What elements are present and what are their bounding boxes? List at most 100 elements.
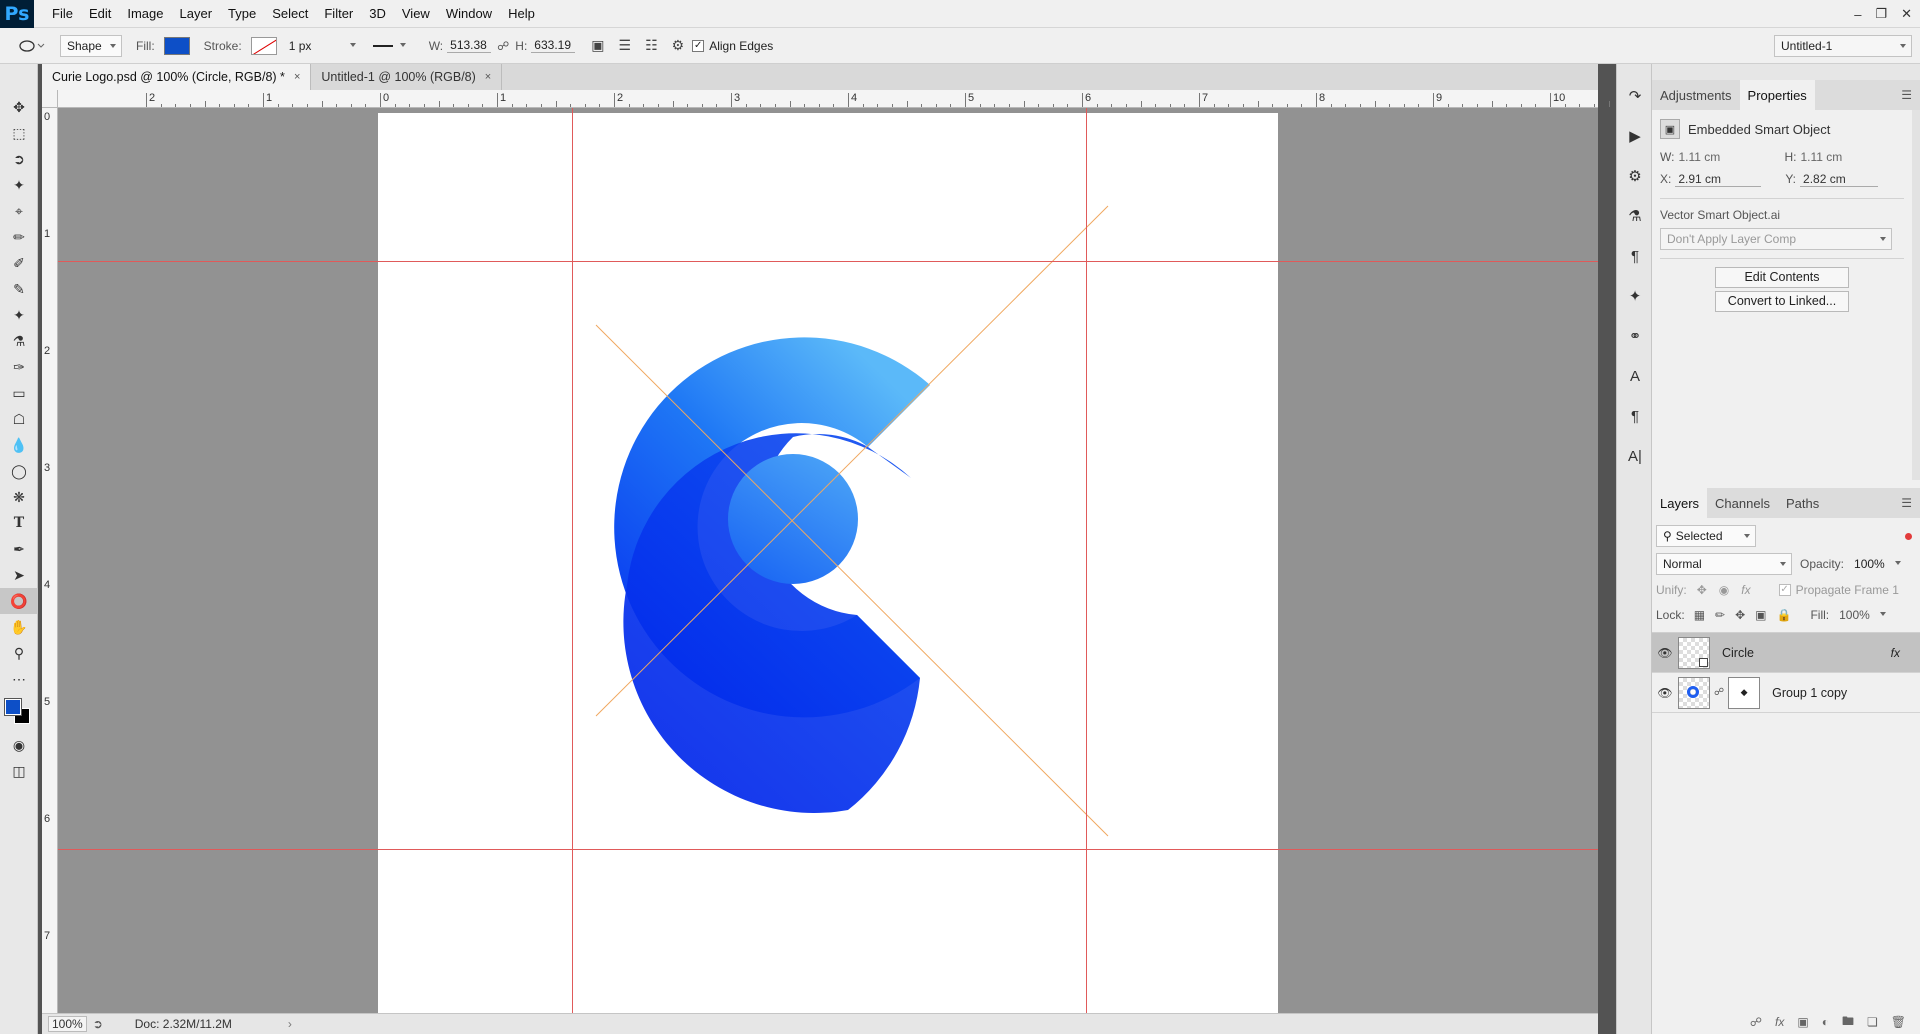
path-operations-icon[interactable]: ▣ — [591, 37, 604, 54]
hand-tool-icon[interactable]: ✋ — [0, 614, 38, 640]
brush-tool-icon[interactable]: ✐ — [0, 250, 38, 276]
layer-filter-dropdown[interactable]: ⚲ Selected — [1656, 525, 1756, 547]
type-tool-icon[interactable]: T — [0, 510, 38, 536]
unify-position-icon[interactable]: ✥ — [1697, 583, 1707, 597]
zoom-tool-icon[interactable]: ⚲ — [0, 640, 38, 666]
layer-name[interactable]: Circle — [1722, 646, 1754, 660]
fill-swatch[interactable] — [163, 36, 190, 55]
paragraph-icon[interactable]: ¶ — [1617, 236, 1653, 276]
x-value[interactable]: 2.91 cm — [1675, 172, 1762, 187]
clone-source-icon[interactable]: ⚗ — [1617, 196, 1653, 236]
link-layers-icon[interactable]: ☍ — [1750, 1015, 1762, 1029]
menu-layer[interactable]: Layer — [172, 0, 221, 28]
color-swatches[interactable] — [0, 692, 38, 732]
export-icon[interactable]: ➲ — [93, 1017, 103, 1031]
tab-adjustments[interactable]: Adjustments — [1652, 80, 1740, 110]
add-mask-icon[interactable]: ▣ — [1797, 1015, 1808, 1029]
tab-curie-logo[interactable]: Curie Logo.psd @ 100% (Circle, RGB/8) * … — [42, 64, 312, 90]
unify-visibility-icon[interactable]: ◉ — [1719, 583, 1729, 597]
layer-row-circle[interactable]: 👁 Circle fx — [1652, 633, 1920, 673]
blur-tool-icon[interactable]: 💧 — [0, 432, 38, 458]
character-icon[interactable]: A — [1617, 356, 1653, 396]
panel-menu-icon[interactable]: ☰ — [1901, 496, 1912, 510]
convert-to-linked-button[interactable]: Convert to Linked... — [1715, 291, 1849, 312]
quick-mask-icon[interactable]: ◉ — [0, 732, 38, 758]
canvas-pasteboard[interactable] — [58, 108, 1598, 1013]
mask-link-icon[interactable]: ☍ — [1714, 687, 1724, 698]
more-tools-icon[interactable]: ⋯ — [0, 666, 38, 692]
eyedropper-tool-icon[interactable]: ✏ — [0, 224, 38, 250]
layer-mask-thumbnail[interactable]: ◆ — [1728, 676, 1761, 709]
tool-presets-icon[interactable]: ⚙ — [1617, 156, 1653, 196]
status-menu-icon[interactable]: › — [288, 1017, 292, 1031]
new-group-icon[interactable]: 🖿 — [1842, 1012, 1854, 1033]
clone-stamp-tool-icon[interactable]: ⚗ — [0, 328, 38, 354]
guide-horizontal[interactable] — [58, 849, 1598, 850]
restore-icon[interactable]: ❐ — [1875, 6, 1887, 22]
filter-toggle-icon[interactable] — [1905, 532, 1912, 540]
height-field[interactable]: 633.19 — [531, 38, 576, 53]
libraries-icon[interactable]: ⚭ — [1617, 316, 1653, 356]
lasso-tool-icon[interactable]: ➲ — [0, 146, 38, 172]
delete-layer-icon[interactable]: 🗑 — [1891, 1015, 1906, 1029]
screen-mode-icon[interactable]: ◫ — [0, 758, 38, 784]
new-layer-icon[interactable]: ❏ — [1867, 1015, 1878, 1029]
ruler-top[interactable]: 2 1 0 1 2 3 4 5 6 7 8 9 10 — [58, 90, 1654, 108]
tool-preset-picker[interactable] — [18, 38, 46, 54]
menu-window[interactable]: Window — [438, 0, 500, 28]
height-value[interactable]: 1.11 cm — [1800, 150, 1842, 164]
path-selection-tool-icon[interactable]: ➤ — [0, 562, 38, 588]
workspace-dropdown[interactable]: Untitled-1 — [1774, 34, 1912, 57]
zoom-level[interactable]: 100% — [48, 1016, 87, 1032]
lock-artboard-icon[interactable]: ▣ — [1755, 608, 1766, 622]
dodge-tool-icon[interactable]: ◯ — [0, 458, 38, 484]
glyphs-icon[interactable]: A| — [1617, 436, 1653, 476]
minimize-icon[interactable]: – — [1854, 7, 1861, 22]
width-value[interactable]: 1.11 cm — [1678, 150, 1764, 164]
ellipse-tool-icon[interactable]: ⭕ — [0, 588, 38, 614]
guide-vertical[interactable] — [572, 108, 573, 1013]
marquee-tool-icon[interactable]: ⬚ — [0, 120, 38, 146]
ruler-left[interactable]: 0 1 2 3 4 5 6 7 — [42, 108, 58, 1013]
opacity-field[interactable]: 100% — [1848, 553, 1906, 575]
add-style-icon[interactable]: fx — [1775, 1015, 1784, 1029]
crop-tool-icon[interactable]: ⌖ — [0, 198, 38, 224]
layer-name[interactable]: Group 1 copy — [1772, 686, 1847, 700]
tab-untitled-1[interactable]: Untitled-1 @ 100% (RGB/8) × — [311, 64, 503, 90]
move-tool-icon[interactable]: ✥ — [0, 94, 38, 120]
y-value[interactable]: 2.82 cm — [1800, 172, 1879, 187]
menu-file[interactable]: File — [44, 0, 81, 28]
layer-comp-dropdown[interactable]: Don't Apply Layer Comp — [1660, 228, 1892, 250]
shape-mode-dropdown[interactable]: Shape — [60, 34, 122, 57]
guide-vertical[interactable] — [1086, 108, 1087, 1013]
history-icon[interactable]: ↷ — [1617, 76, 1653, 116]
tab-channels[interactable]: Channels — [1707, 488, 1778, 518]
menu-filter[interactable]: Filter — [316, 0, 361, 28]
quick-select-tool-icon[interactable]: ✦ — [0, 172, 38, 198]
align-edges-checkbox[interactable]: ✓ — [692, 39, 705, 52]
actions-icon[interactable]: ▶ — [1617, 116, 1653, 156]
eraser-tool-icon[interactable]: ▭ — [0, 380, 38, 406]
eye-icon[interactable]: 👁 — [1652, 686, 1678, 700]
menu-type[interactable]: Type — [220, 0, 264, 28]
layer-row-group-1-copy[interactable]: 👁 ☍ ◆ Group 1 copy — [1652, 673, 1920, 713]
panel-menu-icon[interactable]: ☰ — [1901, 88, 1912, 102]
fill-field[interactable]: 100% — [1833, 604, 1891, 626]
layer-effects-icon[interactable]: fx — [1891, 646, 1900, 660]
link-icon[interactable]: ☍ — [497, 39, 509, 53]
stroke-type-dropdown[interactable] — [367, 35, 411, 57]
close-tab-icon[interactable]: × — [485, 71, 491, 83]
blend-mode-dropdown[interactable]: Normal — [1656, 553, 1792, 575]
document-canvas[interactable] — [378, 113, 1278, 1013]
tab-layers[interactable]: Layers — [1652, 488, 1708, 518]
close-tab-icon[interactable]: × — [294, 71, 300, 83]
menu-help[interactable]: Help — [500, 0, 543, 28]
gear-icon[interactable]: ⚙ — [672, 37, 685, 54]
path-alignment-icon[interactable]: ☰ — [619, 37, 632, 54]
path-arrangement-icon[interactable]: ☷ — [645, 37, 658, 54]
menu-3d[interactable]: 3D — [361, 0, 394, 28]
menu-select[interactable]: Select — [264, 0, 316, 28]
propagate-checkbox[interactable]: ✓ — [1778, 584, 1791, 596]
menu-image[interactable]: Image — [119, 0, 171, 28]
pencil-tool-icon[interactable]: ✎ — [0, 276, 38, 302]
